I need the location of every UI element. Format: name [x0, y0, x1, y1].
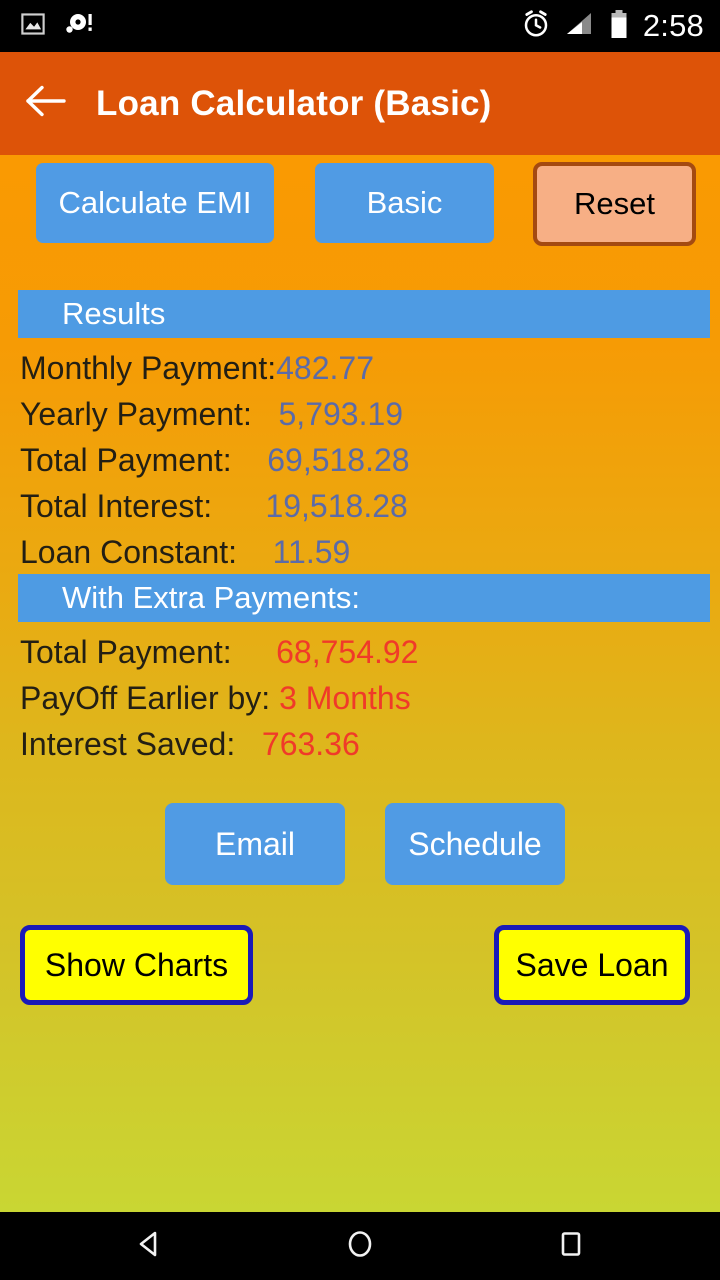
calculate-emi-button[interactable]: Calculate EMI	[36, 163, 274, 243]
result-label: Total Interest:	[20, 487, 213, 524]
extra-payments-section-header: With Extra Payments:	[18, 574, 710, 622]
reset-button[interactable]: Reset	[533, 162, 696, 246]
photo-icon	[20, 11, 46, 42]
save-loan-button[interactable]: Save Loan	[494, 925, 690, 1005]
result-value: 11.59	[272, 533, 351, 570]
result-spacer	[232, 442, 268, 479]
extra-label: Total Payment:	[20, 633, 232, 670]
status-bar: 2:58	[0, 0, 720, 52]
result-spacer	[237, 534, 273, 571]
status-bar-system: 2:58	[521, 8, 720, 44]
results-section-header: Results	[18, 290, 710, 338]
extra-value: 763.36	[261, 725, 360, 762]
page-title: Loan Calculator (Basic)	[96, 83, 492, 123]
result-spacer	[252, 396, 279, 433]
nav-recents-icon	[554, 1227, 588, 1266]
app-bar: Loan Calculator (Basic)	[0, 52, 720, 155]
nav-home-icon	[343, 1227, 377, 1266]
extra-row-payoff-earlier: PayOff Earlier by: 3 Months	[20, 675, 710, 721]
result-label: Yearly Payment:	[20, 395, 252, 432]
email-button[interactable]: Email	[165, 803, 345, 885]
status-bar-notifications	[0, 11, 98, 42]
result-row-yearly-payment: Yearly Payment: 5,793.19	[20, 391, 710, 437]
navigation-bar	[0, 1212, 720, 1280]
schedule-button[interactable]: Schedule	[385, 803, 565, 885]
mode-toolbar: Calculate EMI Basic Reset	[0, 162, 720, 247]
result-value: 19,518.28	[265, 487, 408, 524]
extra-spacer	[235, 726, 262, 763]
result-row-total-payment: Total Payment: 69,518.28	[20, 437, 710, 483]
alarm-icon	[521, 9, 551, 44]
back-button[interactable]	[0, 52, 92, 155]
extra-spacer	[232, 634, 276, 671]
extra-spacer	[270, 680, 279, 717]
extra-label: PayOff Earlier by:	[20, 679, 271, 716]
show-charts-button[interactable]: Show Charts	[20, 925, 253, 1005]
status-bar-clock: 2:58	[642, 8, 704, 43]
phone-screen: 2:58 Loan Calculator (Basic) Calculate E…	[0, 0, 720, 1280]
result-row-total-interest: Total Interest: 19,518.28	[20, 483, 710, 529]
result-spacer	[212, 488, 265, 525]
result-value: 69,518.28	[267, 441, 410, 478]
nav-recents-button[interactable]	[543, 1218, 599, 1274]
result-label: Loan Constant:	[20, 533, 238, 570]
extra-value: 3 Months	[279, 679, 411, 716]
nav-home-button[interactable]	[332, 1218, 388, 1274]
nav-back-button[interactable]	[121, 1218, 177, 1274]
extra-label: Interest Saved:	[20, 725, 236, 762]
nav-back-icon	[132, 1227, 166, 1266]
extra-row-total-payment: Total Payment: 68,754.92	[20, 629, 710, 675]
mode-basic-button[interactable]: Basic	[315, 163, 494, 243]
battery-icon	[609, 9, 629, 44]
main-content: Calculate EMI Basic Reset Results Monthl…	[0, 155, 720, 1212]
result-row-monthly-payment: Monthly Payment: 482.77	[20, 345, 710, 391]
result-row-loan-constant: Loan Constant: 11.59	[20, 529, 710, 575]
signal-icon	[565, 10, 595, 43]
disc-alert-icon	[64, 11, 98, 42]
result-label: Monthly Payment:	[20, 349, 277, 386]
back-arrow-icon	[24, 82, 68, 125]
extra-row-interest-saved: Interest Saved: 763.36	[20, 721, 710, 767]
result-value: 482.77	[276, 349, 374, 386]
extra-value: 68,754.92	[276, 633, 419, 670]
result-value: 5,793.19	[278, 395, 404, 432]
result-label: Total Payment:	[20, 441, 232, 478]
